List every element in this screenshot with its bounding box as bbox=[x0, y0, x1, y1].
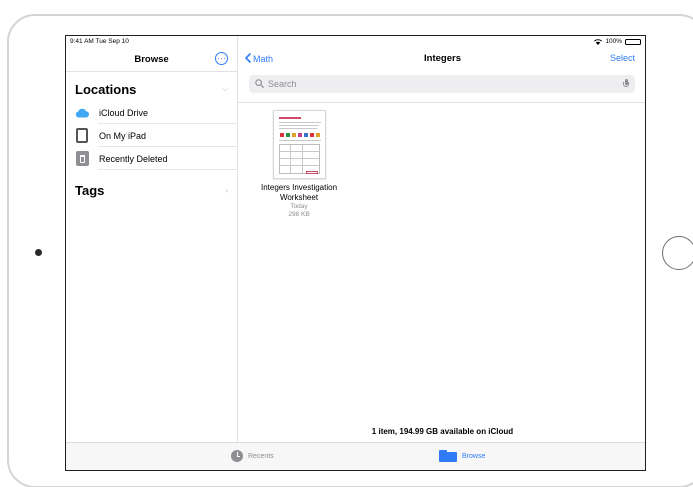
storage-status: 1 item, 194.99 GB available on iCloud bbox=[371, 427, 514, 436]
chevron-right-icon[interactable]: › bbox=[225, 186, 228, 195]
tab-label: Recents bbox=[248, 452, 274, 460]
ipad-screen: 9:41 AM Tue Sep 10 100% Browse Locations… bbox=[65, 35, 646, 471]
nav-bar: Math Integers Select bbox=[238, 47, 645, 71]
tags-title: Tags bbox=[75, 182, 105, 198]
battery-icon bbox=[625, 38, 641, 45]
sidebar-title: Browse bbox=[134, 53, 169, 65]
file-name: Integers Investigation Worksheet bbox=[260, 183, 338, 202]
sidebar-item-on-my-ipad[interactable]: On My iPad bbox=[75, 124, 237, 147]
tab-label: Browse bbox=[462, 452, 486, 460]
sidebar: Browse Locations ⌵ iCloud Drive On My iP… bbox=[66, 36, 238, 444]
tab-browse[interactable]: Browse bbox=[439, 450, 485, 462]
trash-icon bbox=[75, 151, 89, 166]
file-size: 298 KB bbox=[288, 211, 310, 219]
page-title: Integers bbox=[424, 53, 461, 64]
file-date: Today bbox=[290, 203, 308, 210]
search-bar[interactable]: Search bbox=[249, 75, 635, 93]
status-time-date: 9:41 AM Tue Sep 10 bbox=[70, 38, 129, 45]
front-camera bbox=[35, 249, 42, 256]
locations-header[interactable]: Locations ⌵ bbox=[75, 80, 228, 98]
file-thumbnail bbox=[272, 110, 326, 179]
sidebar-item-label: On My iPad bbox=[99, 130, 147, 141]
icloud-icon bbox=[75, 106, 89, 120]
battery-percent: 100% bbox=[605, 38, 622, 45]
file-item[interactable]: Integers Investigation Worksheet Today 2… bbox=[258, 110, 340, 219]
ipad-icon bbox=[75, 128, 89, 143]
home-button[interactable] bbox=[662, 236, 693, 270]
divider bbox=[66, 71, 237, 72]
microphone-icon[interactable] bbox=[623, 79, 629, 89]
ellipsis-circle-icon[interactable] bbox=[215, 52, 228, 65]
sidebar-item-icloud-drive[interactable]: iCloud Drive bbox=[75, 101, 237, 124]
tab-recents[interactable]: Recents bbox=[231, 450, 274, 462]
search-input[interactable]: Search bbox=[268, 79, 619, 89]
chevron-down-icon[interactable]: ⌵ bbox=[222, 84, 228, 94]
locations-title: Locations bbox=[75, 81, 137, 97]
tags-header[interactable]: Tags › bbox=[75, 181, 228, 199]
folder-icon bbox=[439, 450, 457, 462]
search-icon bbox=[255, 75, 264, 93]
divider bbox=[238, 102, 645, 103]
sidebar-item-label: iCloud Drive bbox=[99, 107, 149, 118]
sidebar-item-recently-deleted[interactable]: Recently Deleted bbox=[75, 147, 237, 170]
sidebar-item-label: Recently Deleted bbox=[99, 153, 168, 164]
clock-icon bbox=[231, 450, 243, 462]
wifi-icon bbox=[594, 38, 603, 45]
tab-bar: Recents Browse bbox=[66, 442, 645, 470]
status-indicators: 100% bbox=[594, 38, 641, 45]
select-button[interactable]: Select bbox=[610, 53, 635, 63]
status-bar: 9:41 AM Tue Sep 10 100% bbox=[66, 36, 645, 47]
main-content: Math Integers Select Search Integers Inv… bbox=[238, 47, 645, 444]
sidebar-header: Browse bbox=[66, 47, 237, 71]
